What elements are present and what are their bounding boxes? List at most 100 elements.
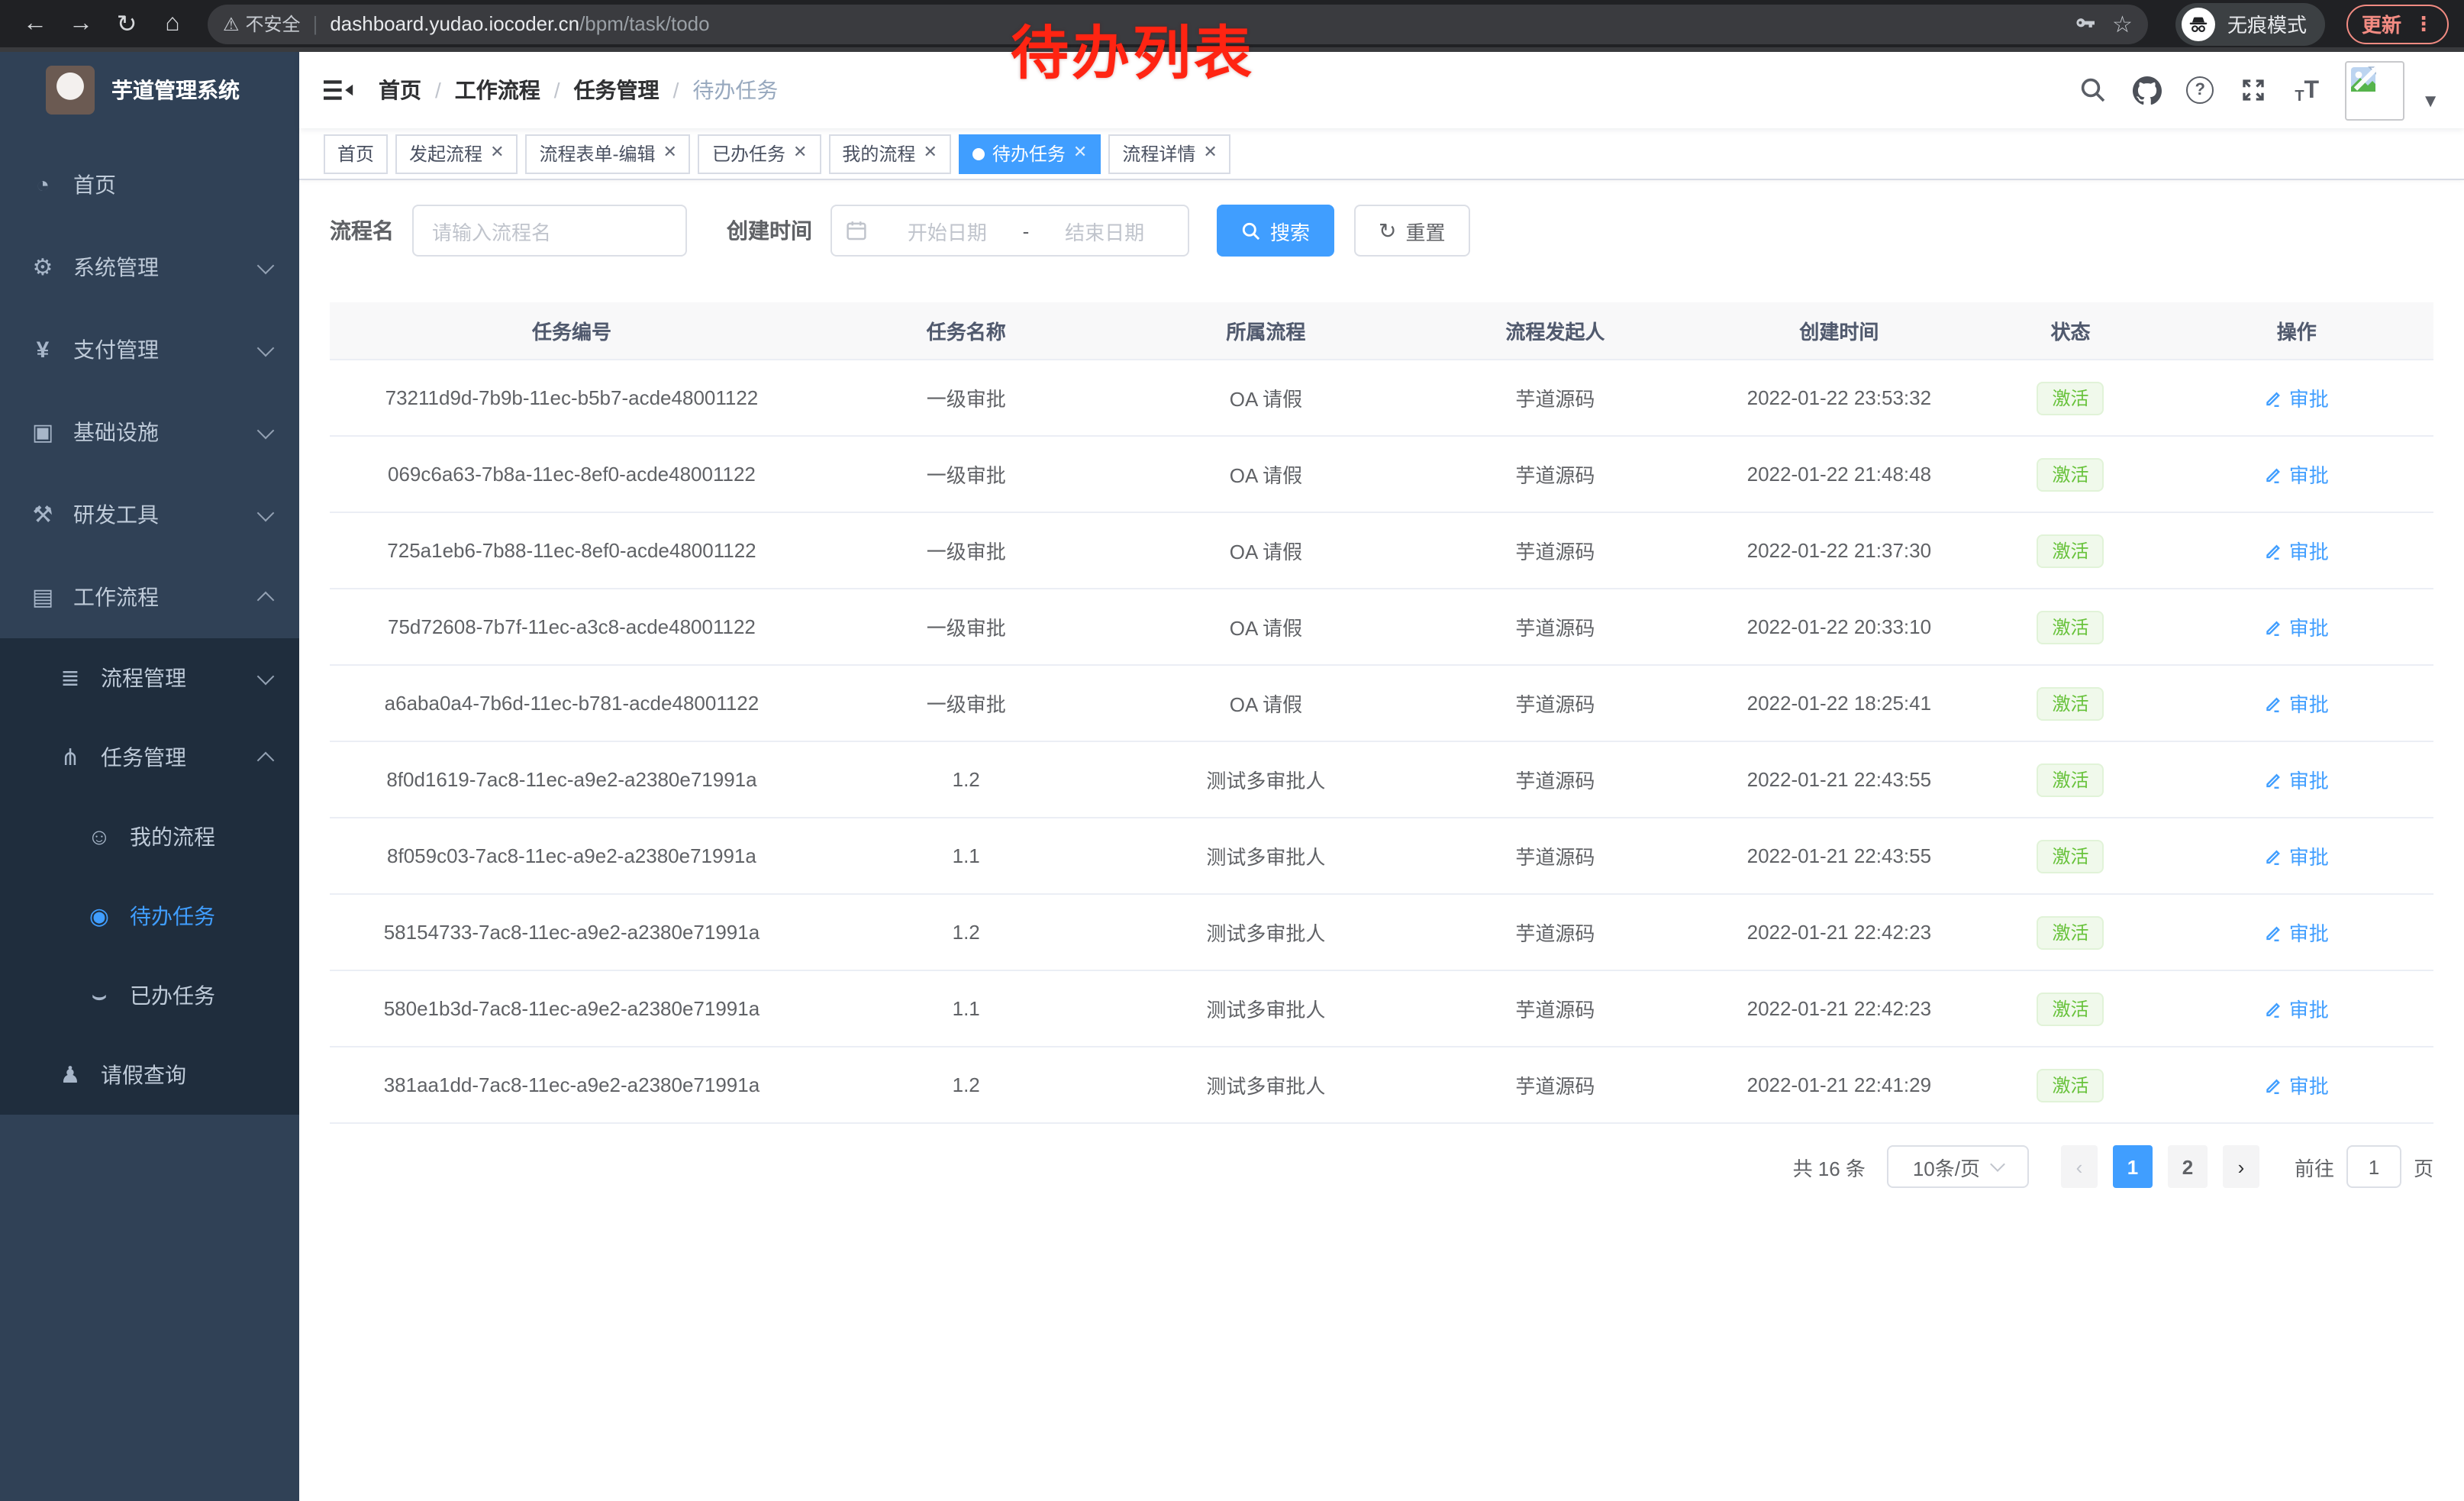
process-cell: OA 请假 (1119, 436, 1414, 512)
view-tab[interactable]: 流程详情 ✕ (1108, 134, 1230, 173)
breadcrumb-item[interactable]: 工作流程 (455, 75, 540, 105)
fullscreen-icon[interactable] (2238, 75, 2269, 105)
date-start-placeholder[interactable]: 开始日期 (878, 216, 1017, 245)
page-number-button[interactable]: 1 (2113, 1145, 2153, 1188)
date-range-picker[interactable]: 开始日期 - 结束日期 (830, 205, 1189, 257)
sidebar-item[interactable]: 已办任务 (0, 956, 299, 1035)
process-cell: OA 请假 (1119, 360, 1414, 436)
sidebar-item[interactable]: 任务管理 (0, 718, 299, 797)
font-size-icon[interactable]: TT (2291, 75, 2322, 105)
breadcrumb-item[interactable]: 待办任务 (692, 75, 778, 105)
incognito-badge: 无痕模式 (2175, 2, 2325, 45)
tab-close-icon[interactable]: ✕ (1203, 145, 1217, 162)
task-id-cell: 73211d9d-7b9b-11ec-b5b7-acde48001122 (330, 360, 814, 436)
forward-icon[interactable]: → (61, 4, 101, 44)
briefcase-icon (31, 583, 55, 611)
chevron-icon (257, 668, 275, 686)
initiator-cell: 芋道源码 (1413, 512, 1697, 589)
date-end-placeholder[interactable]: 结束日期 (1035, 216, 1174, 245)
status-cell: 激活 (1981, 1047, 2159, 1123)
sidebar-item[interactable]: 支付管理 (0, 308, 299, 391)
prev-page-button[interactable]: ‹ (2061, 1145, 2098, 1188)
help-icon[interactable]: ? (2185, 75, 2215, 105)
browser-update-button[interactable]: 更新 ⋮ (2346, 4, 2449, 44)
next-page-button[interactable]: › (2223, 1145, 2259, 1188)
tab-label: 首页 (337, 135, 374, 172)
view-tab[interactable]: 我的流程 ✕ (828, 134, 950, 173)
list-tree-icon (58, 664, 82, 692)
face-icon (87, 824, 111, 850)
security-warning-icon[interactable]: ⚠ (223, 13, 240, 34)
view-tab[interactable]: 流程表单-编辑 ✕ (526, 134, 691, 173)
tab-close-icon[interactable]: ✕ (490, 145, 504, 162)
initiator-cell: 芋道源码 (1413, 741, 1697, 818)
sidebar-item[interactable]: 系统管理 (0, 226, 299, 308)
jump-page-input[interactable] (2346, 1145, 2401, 1188)
sidebar-item[interactable]: 基础设施 (0, 391, 299, 473)
eye-icon (87, 902, 111, 930)
sidebar-item[interactable]: 我的流程 (0, 797, 299, 876)
tab-close-icon[interactable]: ✕ (663, 145, 677, 162)
view-tab[interactable]: 发起流程 ✕ (395, 134, 518, 173)
bookmark-star-icon[interactable]: ☆ (2112, 10, 2133, 37)
task-id-cell: 8f0d1619-7ac8-11ec-a9e2-a2380e71991a (330, 741, 814, 818)
address-bar[interactable]: ⚠ 不安全 | dashboard.yudao.iocoder.cn /bpm/… (208, 4, 2148, 44)
breadcrumb-item[interactable]: 首页 (379, 75, 421, 105)
github-icon[interactable] (2131, 75, 2162, 105)
status-cell: 激活 (1981, 894, 2159, 970)
process-name-input[interactable]: 请输入流程名 (412, 205, 687, 257)
reset-button[interactable]: ↻ 重置 (1354, 205, 1470, 257)
create-time-cell: 2022-01-22 21:48:48 (1697, 436, 1981, 512)
search-icon[interactable] (2078, 75, 2108, 105)
tab-close-icon[interactable]: ✕ (793, 145, 807, 162)
sidebar-item[interactable]: 流程管理 (0, 638, 299, 718)
approve-button[interactable]: 审批 (2265, 383, 2329, 412)
sidebar: 芋道管理系统 首页 系统管理 (0, 52, 299, 1501)
sidebar-item-label: 流程管理 (101, 663, 186, 693)
sidebar-item[interactable]: 首页 (0, 144, 299, 226)
sidebar-collapse-icon[interactable] (324, 75, 354, 105)
sidebar-logo[interactable]: 芋道管理系统 (0, 52, 299, 128)
page-size-select[interactable]: 10条/页 (1887, 1145, 2029, 1188)
approve-button[interactable]: 审批 (2265, 536, 2329, 565)
task-id-cell: 58154733-7ac8-11ec-a9e2-a2380e71991a (330, 894, 814, 970)
approve-button[interactable]: 审批 (2265, 841, 2329, 870)
approve-button[interactable]: 审批 (2265, 1070, 2329, 1099)
status-badge: 激活 (2037, 686, 2104, 720)
action-cell: 审批 (2160, 894, 2433, 970)
browser-menu-icon[interactable]: ⋮ (2414, 11, 2433, 36)
search-button[interactable]: 搜索 (1217, 205, 1334, 257)
approve-button[interactable]: 审批 (2265, 765, 2329, 794)
home-icon[interactable]: ⌂ (153, 4, 192, 44)
approve-button[interactable]: 审批 (2265, 918, 2329, 947)
reload-icon[interactable]: ↻ (107, 4, 147, 44)
avatar-broken-image[interactable] (2345, 60, 2404, 120)
task-name-cell: 一级审批 (814, 436, 1119, 512)
sidebar-item[interactable]: 工作流程 (0, 556, 299, 638)
back-icon[interactable]: ← (15, 4, 55, 44)
main-area: 首页 / 工作流程 / 任务管理 / (299, 52, 2464, 1501)
status-badge: 激活 (2037, 534, 2104, 567)
caret-down-icon[interactable]: ▼ (2421, 90, 2440, 111)
logo-avatar (46, 66, 95, 115)
breadcrumb-item[interactable]: 任务管理 (574, 75, 660, 105)
view-tab[interactable]: 待办任务 ✕ (959, 134, 1101, 173)
sidebar-item[interactable]: 研发工具 (0, 473, 299, 556)
tab-close-icon[interactable]: ✕ (1073, 145, 1087, 162)
sidebar-item[interactable]: 请假查询 (0, 1035, 299, 1115)
sidebar-item[interactable]: 待办任务 (0, 876, 299, 956)
dashboard-icon (31, 172, 55, 198)
approve-button[interactable]: 审批 (2265, 460, 2329, 489)
approve-button[interactable]: 审批 (2265, 612, 2329, 641)
table-row: 58154733-7ac8-11ec-a9e2-a2380e71991a 1.2… (330, 894, 2433, 970)
initiator-cell: 芋道源码 (1413, 818, 1697, 894)
view-tab[interactable]: 首页 (324, 134, 388, 173)
view-tab[interactable]: 已办任务 ✕ (698, 134, 821, 173)
date-separator: - (1017, 219, 1036, 242)
approve-button[interactable]: 审批 (2265, 994, 2329, 1023)
approve-button[interactable]: 审批 (2265, 689, 2329, 718)
tab-close-icon[interactable]: ✕ (923, 145, 937, 162)
page-number-button[interactable]: 2 (2168, 1145, 2208, 1188)
key-icon[interactable] (2072, 11, 2097, 36)
tab-label: 已办任务 (712, 135, 785, 172)
